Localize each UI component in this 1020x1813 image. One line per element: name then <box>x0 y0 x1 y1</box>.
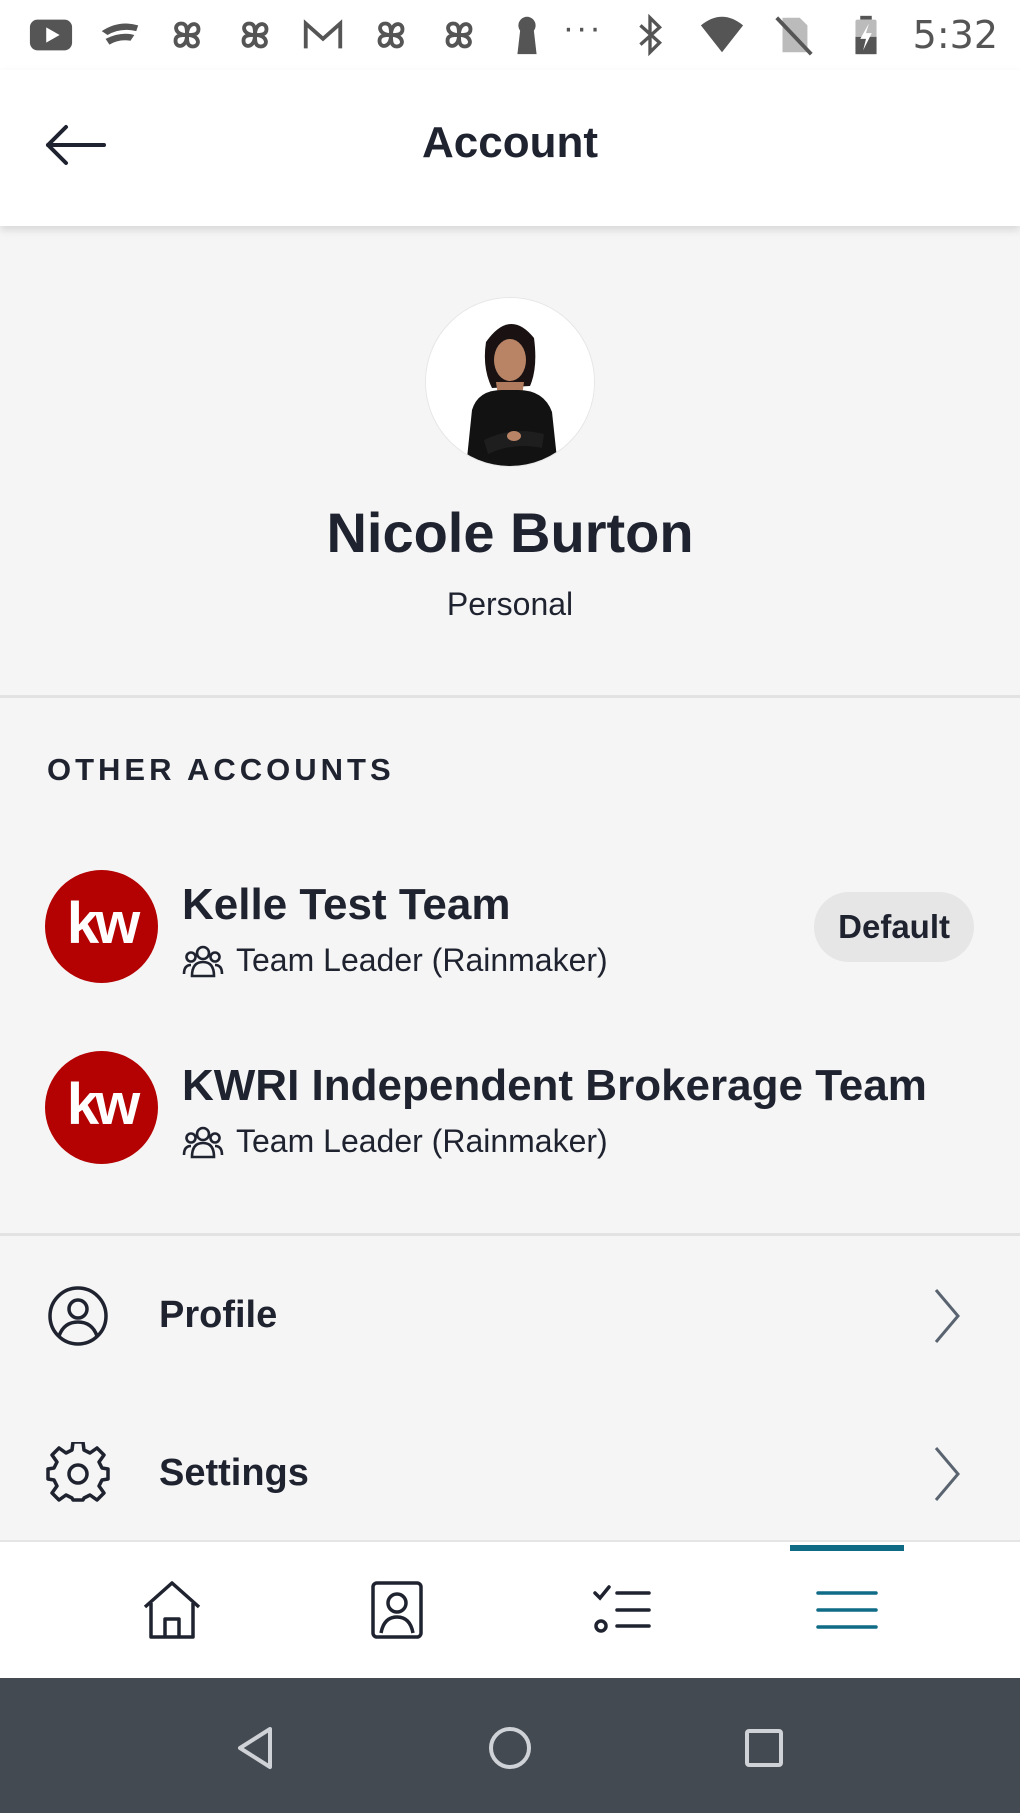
clock: 5:32 <box>912 13 998 57</box>
account-role: Team Leader (Rainmaker) <box>182 942 608 979</box>
gmail-icon <box>298 12 348 58</box>
contacts-icon <box>371 1581 423 1639</box>
system-home-button[interactable] <box>470 1708 550 1788</box>
triangle-back-icon <box>238 1727 272 1769</box>
menu-item-settings[interactable]: Settings <box>0 1414 1020 1534</box>
keyhole-icon <box>502 12 552 58</box>
nav-menu[interactable] <box>747 1542 947 1678</box>
bottom-navigation <box>0 1540 1020 1678</box>
menu-item-profile[interactable]: Profile <box>0 1256 1020 1376</box>
no-sim-icon <box>769 12 819 58</box>
account-row-kelle-test-team[interactable]: kw Kelle Test Team Team Leader (Rainmake… <box>0 870 1020 1010</box>
menu-item-label: Profile <box>159 1294 278 1336</box>
nav-tasks[interactable] <box>522 1542 722 1678</box>
kw-logo: kw <box>45 1051 158 1164</box>
page-title: Account <box>422 118 598 167</box>
avatar[interactable] <box>425 297 595 467</box>
tasks-icon <box>593 1585 651 1633</box>
square-recents-icon <box>745 1729 783 1767</box>
chevron-right-icon <box>934 1289 960 1343</box>
divider <box>0 695 1020 698</box>
chevron-right-icon <box>934 1447 960 1501</box>
user-circle-icon <box>48 1286 108 1346</box>
stadia-icon <box>94 12 144 58</box>
team-icon <box>182 1126 224 1158</box>
kw-logo: kw <box>45 870 158 983</box>
profile-photo <box>426 298 594 466</box>
account-name: KWRI Independent Brokerage Team <box>182 1061 927 1110</box>
more-notifications-indicator: ··· <box>562 9 603 47</box>
circle-home-icon <box>489 1727 531 1769</box>
account-row-kwri-independent-brokerage-team[interactable]: kw KWRI Independent Brokerage Team Team … <box>0 1051 1020 1191</box>
account-role-label: Team Leader (Rainmaker) <box>236 1123 608 1159</box>
nav-home[interactable] <box>72 1542 272 1678</box>
bluetooth-icon <box>625 12 675 58</box>
account-role: Team Leader (Rainmaker) <box>182 1123 608 1160</box>
system-navigation-bar <box>0 1678 1020 1813</box>
account-role-label: Team Leader (Rainmaker) <box>236 942 608 978</box>
menu-item-label: Settings <box>159 1452 309 1494</box>
section-heading-other-accounts: OTHER ACCOUNTS <box>47 752 395 787</box>
pinwheel-icon <box>162 12 212 58</box>
app-header: Account <box>0 70 1020 226</box>
pinwheel-icon <box>230 12 280 58</box>
home-icon <box>143 1581 201 1639</box>
pinwheel-icon <box>366 12 416 58</box>
account-type: Personal <box>446 586 574 622</box>
account-name: Kelle Test Team <box>182 880 511 929</box>
default-badge: Default <box>814 892 974 962</box>
notification-icons <box>26 12 552 58</box>
youtube-icon <box>26 12 76 58</box>
pinwheel-icon <box>434 12 484 58</box>
gear-icon <box>46 1442 110 1502</box>
user-name: Nicole Burton <box>326 501 694 564</box>
status-bar: ··· 5:32 <box>0 0 1020 70</box>
divider <box>0 1233 1020 1236</box>
system-recents-button[interactable] <box>724 1708 804 1788</box>
battery-charging-icon <box>841 12 891 58</box>
team-icon <box>182 945 224 977</box>
wifi-icon <box>697 12 747 58</box>
system-status-icons: ··· 5:32 <box>562 9 998 58</box>
nav-contacts[interactable] <box>297 1542 497 1678</box>
system-back-button[interactable] <box>215 1708 295 1788</box>
menu-icon <box>816 1591 878 1629</box>
